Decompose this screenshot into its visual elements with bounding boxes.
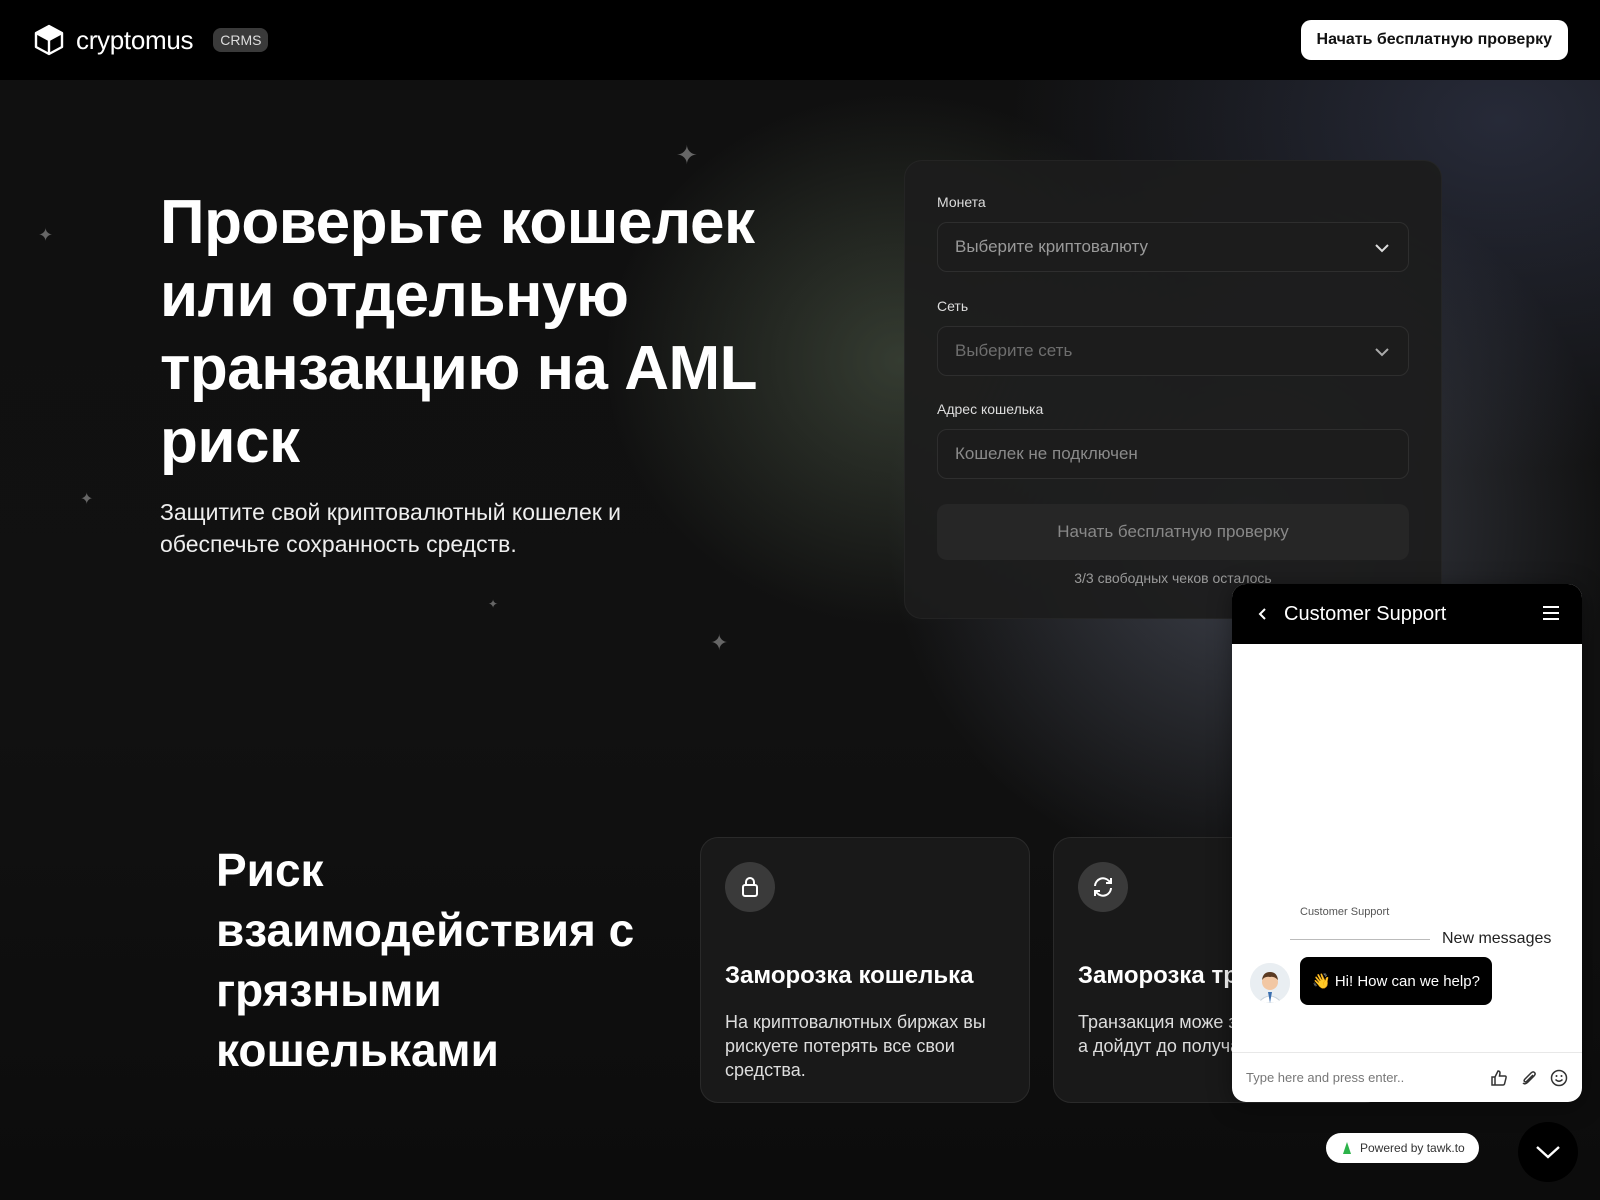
chat-agent-name: Customer Support — [1300, 906, 1390, 918]
thumbs-up-icon[interactable] — [1490, 1069, 1508, 1087]
paperclip-icon[interactable] — [1520, 1069, 1538, 1087]
chevron-down-icon — [1375, 244, 1389, 253]
menu-icon[interactable] — [1542, 605, 1560, 621]
chat-toggle-button[interactable] — [1518, 1122, 1578, 1182]
powered-by-tawk-link[interactable]: Powered by tawk.to — [1326, 1133, 1479, 1163]
risk-card-title: Заморозка кошелька — [725, 962, 974, 989]
chat-message-bubble: 👋 Hi! How can we help? — [1300, 957, 1492, 1005]
aml-check-form: Монета Выберите криптовалюту Сеть Выбери… — [904, 160, 1442, 619]
emoji-icon[interactable] — [1550, 1069, 1568, 1087]
refresh-icon — [1078, 862, 1128, 912]
coin-select[interactable]: Выберите криптовалюту — [937, 222, 1409, 272]
crms-badge: CRMS — [213, 28, 269, 52]
chat-header: Customer Support — [1232, 584, 1582, 644]
sparkle-icon: ✦ — [488, 597, 499, 611]
start-free-check-button[interactable]: Начать бесплатную проверку — [937, 504, 1409, 560]
wallet-address-field[interactable]: Кошелек не подключен — [937, 429, 1409, 479]
sparkle-icon: ✦ — [710, 630, 729, 655]
chat-message-input[interactable] — [1246, 1070, 1478, 1085]
chat-widget: Customer Support Customer Support New me… — [1232, 584, 1582, 1102]
powered-by-label: Powered by tawk.to — [1360, 1141, 1465, 1155]
chevron-down-icon — [1375, 348, 1389, 357]
tawk-logo-icon — [1343, 1142, 1351, 1154]
new-messages-divider — [1290, 939, 1430, 940]
site-header: cryptomus CRMS Начать бесплатную проверк… — [0, 0, 1600, 80]
hero-title: Проверьте кошелек или отдельную транзакц… — [160, 188, 756, 476]
risk-card: Заморозка кошелька На криптовалютных бир… — [700, 837, 1030, 1103]
risk-card-text: На криптовалютных биржах вы рискуете пот… — [725, 1012, 986, 1080]
agent-avatar — [1250, 963, 1290, 1003]
coin-label: Монета — [937, 194, 986, 210]
coin-select-value: Выберите криптовалюту — [955, 237, 1148, 256]
sparkle-icon: ✦ — [676, 140, 698, 170]
brand-logo[interactable]: cryptomus CRMS — [34, 24, 269, 56]
network-label: Сеть — [937, 298, 969, 314]
chat-input-bar — [1232, 1052, 1582, 1102]
risk-section-title: Риск взаимодействия с грязными кошелькам… — [216, 844, 635, 1076]
network-select-value: Выберите сеть — [955, 341, 1073, 360]
lock-icon — [725, 862, 775, 912]
sparkle-icon: ✦ — [38, 225, 54, 245]
sparkle-icon: ✦ — [80, 491, 94, 508]
start-free-check-header-button[interactable]: Начать бесплатную проверку — [1300, 20, 1568, 60]
cube-logo-icon — [34, 24, 64, 56]
wallet-address-label: Адрес кошелька — [937, 401, 1044, 417]
brand-name: cryptomus — [76, 24, 194, 55]
wallet-address-value: Кошелек не подключен — [955, 444, 1138, 463]
chat-title: Customer Support — [1284, 602, 1447, 625]
network-select[interactable]: Выберите сеть — [937, 326, 1409, 376]
new-messages-label: New messages — [1442, 930, 1552, 947]
hero-subtitle: Защитите свой криптовалютный кошелек и о… — [160, 499, 622, 557]
back-arrow-icon[interactable] — [1256, 607, 1270, 621]
chevron-down-icon — [1536, 1146, 1560, 1159]
